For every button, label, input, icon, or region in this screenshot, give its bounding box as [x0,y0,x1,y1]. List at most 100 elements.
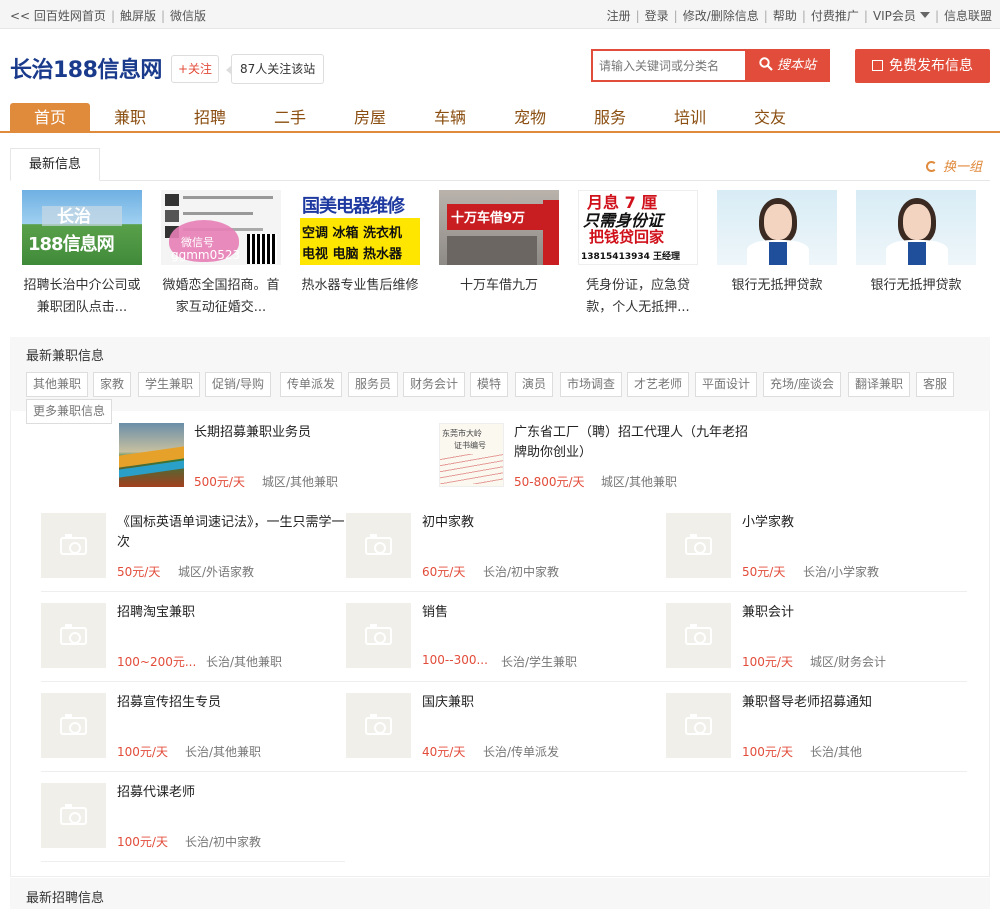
card-image: 长治 188信息网 [22,190,142,265]
listing-location: 城区/其他兼职 [262,475,339,489]
search-button[interactable]: 搜本站 [745,49,830,82]
nav-item-services[interactable]: 服务 [570,103,650,133]
tag-link[interactable]: 才艺老师 [627,372,690,397]
listing-title[interactable]: 兼职督导老师招募通知 [742,693,962,713]
card-image-text: 把钱贷回家 [589,228,665,246]
card-image: 国美电器维修 空调 冰箱 洗衣机 电视 电脑 热水器 [300,190,420,265]
listing-image-placeholder[interactable] [346,603,411,668]
register-link[interactable]: 注册 [607,9,631,23]
nav-item-dating[interactable]: 交友 [730,103,810,133]
listing-title[interactable]: 国庆兼职 [422,693,652,713]
edit-icon [872,60,883,71]
follow-count-badge: 87人关注该站 [225,54,325,84]
listing-title[interactable]: 招募宣传招生专员 [117,693,347,713]
listing-image[interactable]: 东莞市大岭 证书编号 [439,423,504,487]
listing-price: 50-800元/天 [514,475,585,489]
listing-title[interactable]: 小学家教 [742,513,962,533]
publish-button[interactable]: 免费发布信息 [855,49,990,83]
listing-location: 长治/传单派发 [483,745,560,759]
tag-link[interactable]: 学生兼职 [138,372,201,397]
card-caption: 银行无抵押贷款 [731,278,823,293]
tag-link[interactable]: 平面设计 [695,372,758,397]
tag-link[interactable]: 客服 [916,372,955,397]
help-link[interactable]: 帮助 [773,9,797,23]
latest-card[interactable]: 微信号 ggmm0523 微婚恋全国招商。首家互动征婚交... [156,190,286,319]
listing-image-placeholder[interactable] [41,513,106,578]
wechat-version-link[interactable]: 微信版 [170,9,206,23]
nav-item-training[interactable]: 培训 [650,103,730,133]
card-image-text: 空调 冰箱 洗衣机 [302,226,403,241]
back-home-link[interactable]: << 回百姓网首页 [10,9,106,23]
divider [10,180,990,181]
login-link[interactable]: 登录 [645,9,669,23]
tag-link[interactable]: 翻译兼职 [848,372,911,397]
latest-card[interactable]: 国美电器维修 空调 冰箱 洗衣机 电视 电脑 热水器 热水器专业售后维修 [295,190,425,319]
latest-card[interactable]: 长治 188信息网 招聘长治中介公司或兼职团队点击... [17,190,147,319]
camera-icon [365,534,392,555]
touch-version-link[interactable]: 触屏版 [120,9,156,23]
nav-item-pets[interactable]: 宠物 [490,103,570,133]
listing-title[interactable]: 初中家教 [422,513,652,533]
divider [41,861,345,862]
listing-title[interactable]: 长期招募兼职业务员 [194,423,414,443]
listing-image-placeholder[interactable] [666,693,731,758]
camera-icon [60,804,87,825]
edit-delete-link[interactable]: 修改/删除信息 [683,9,759,23]
tag-link[interactable]: 服务员 [348,372,399,397]
latest-card[interactable]: 十万车借9万 十万车借九万 [434,190,564,319]
card-image: 微信号 ggmm0523 [161,190,281,265]
tag-link[interactable]: 演员 [515,372,554,397]
latest-card[interactable]: 银行无抵押贷款 [712,190,842,319]
listing-image-text: 证书编号 [454,441,486,450]
follow-button[interactable]: +关注 [171,55,219,83]
nav-item-secondhand[interactable]: 二手 [250,103,330,133]
nav-item-parttime[interactable]: 兼职 [90,103,170,133]
vip-menu[interactable]: VIP会员 [873,9,930,23]
listing-image-placeholder[interactable] [41,693,106,758]
card-caption: 微婚恋全国招商。首家互动征婚交... [162,278,280,315]
listing-title[interactable]: 《国标英语单词速记法》，一生只需学一次 [117,513,347,553]
camera-icon [365,714,392,735]
nav-item-home[interactable]: 首页 [10,103,90,133]
nav-item-vehicles[interactable]: 车辆 [410,103,490,133]
listing-location: 长治/初中家教 [185,835,262,849]
nav-item-housing[interactable]: 房屋 [330,103,410,133]
publish-button-label: 免费发布信息 [889,58,973,74]
listing-image-placeholder[interactable] [41,603,106,668]
listing-image-placeholder[interactable] [666,513,731,578]
tag-link[interactable]: 传单派发 [280,372,343,397]
tag-link[interactable]: 促销/导购 [205,372,272,397]
listing-title[interactable]: 销售 [422,603,652,623]
listing-title[interactable]: 招聘淘宝兼职 [117,603,347,623]
card-image-text: 国美电器维修 [302,196,405,217]
latest-card[interactable]: 银行无抵押贷款 [851,190,981,319]
tag-link[interactable]: 其他兼职 [26,372,89,397]
listing-title[interactable]: 招募代课老师 [117,783,347,803]
latest-card[interactable]: 月息 7 厘 只需身份证 把钱贷回家 13815413934 王经理 凭身份证，… [573,190,703,319]
tag-link[interactable]: 模特 [470,372,509,397]
tag-link[interactable]: 充场/座谈会 [763,372,842,397]
listing-title[interactable]: 兼职会计 [742,603,962,623]
listing-image-placeholder[interactable] [346,513,411,578]
listing-location: 城区/其他兼职 [601,475,678,489]
site-logo[interactable]: 长治188信息网 [10,52,162,84]
refresh-button[interactable]: 换一组 [925,156,982,175]
tag-link[interactable]: 市场调查 [560,372,623,397]
search-input[interactable] [593,51,746,80]
listing-image-placeholder[interactable] [346,693,411,758]
search-box [591,49,746,82]
card-caption: 热水器专业售后维修 [301,278,419,293]
paid-promo-link[interactable]: 付费推广 [811,9,859,23]
camera-icon [60,534,87,555]
listing-image[interactable] [119,423,184,487]
listing-title[interactable]: 广东省工厂（聘）招工代理人（九年老招牌助你创业） [514,423,750,463]
divider [41,681,967,682]
more-parttime-link[interactable]: 更多兼职信息 [26,399,113,424]
nav-item-recruit[interactable]: 招聘 [170,103,250,133]
alliance-link[interactable]: 信息联盟 [944,9,992,23]
listing-image-placeholder[interactable] [666,603,731,668]
tag-link[interactable]: 财务会计 [403,372,466,397]
tab-latest-info[interactable]: 最新信息 [10,148,100,181]
listing-image-placeholder[interactable] [41,783,106,848]
tag-link[interactable]: 家教 [93,372,132,397]
